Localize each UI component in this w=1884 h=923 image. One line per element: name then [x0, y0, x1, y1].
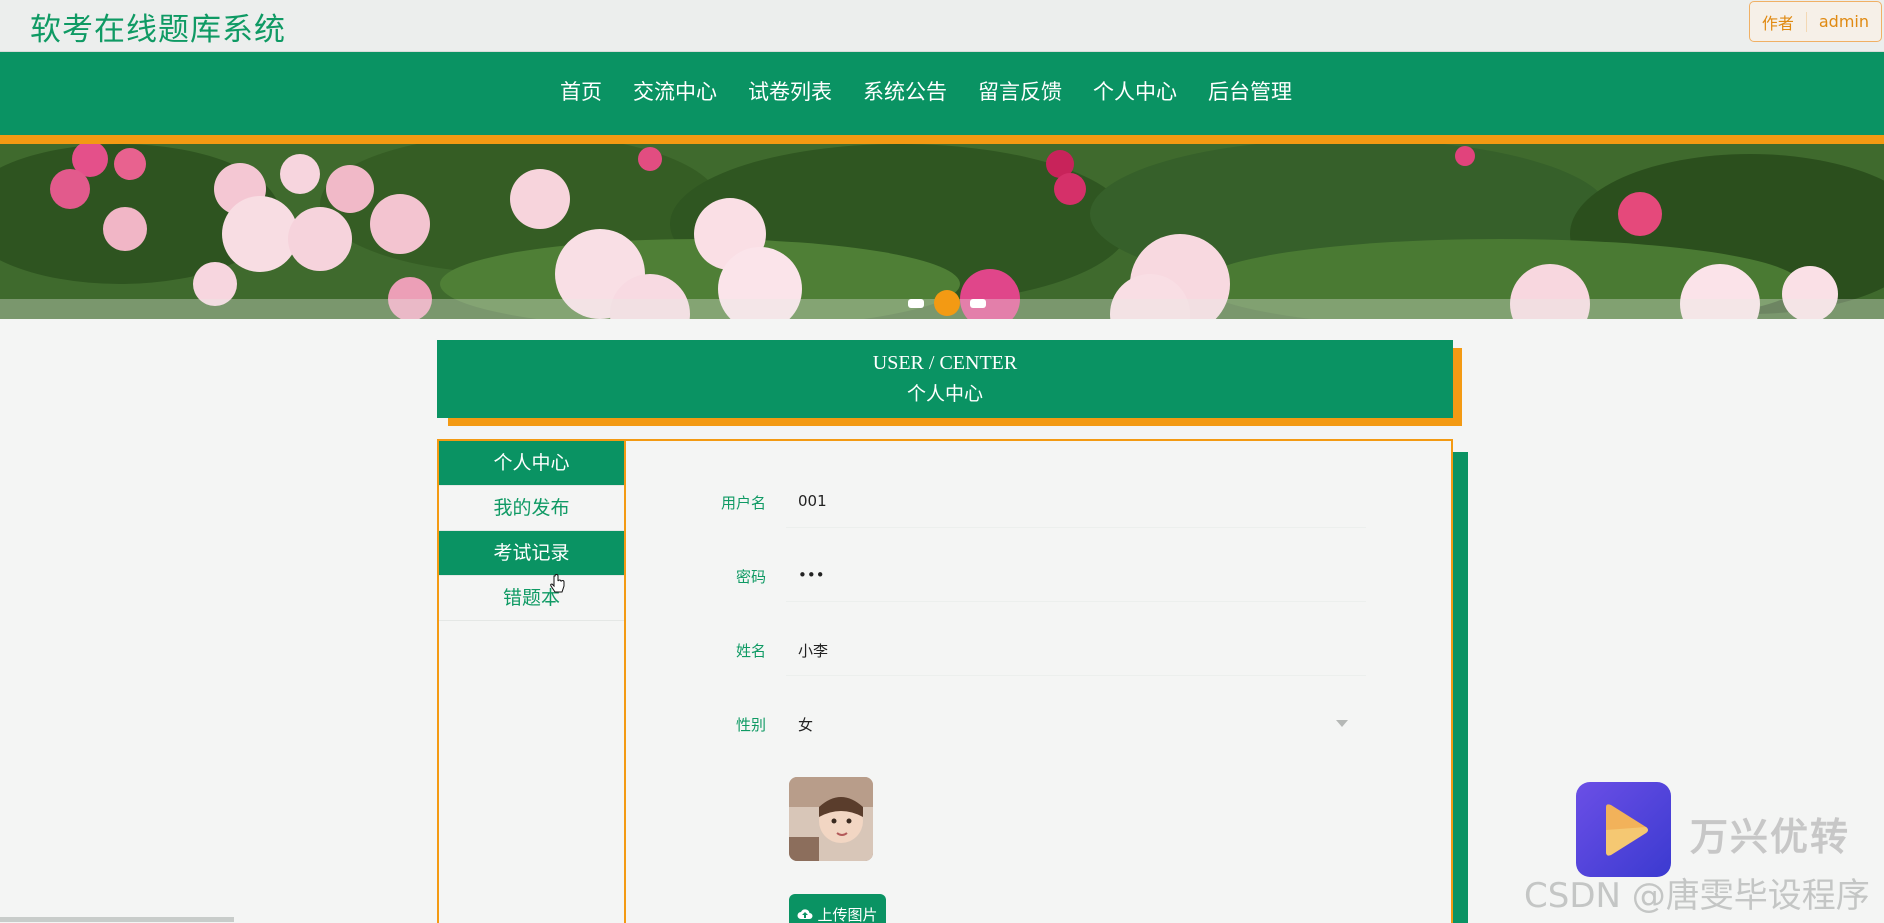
- watermark-app-name: 万兴优转: [1690, 815, 1851, 859]
- gender-select[interactable]: 女: [798, 714, 813, 735]
- field-underline: [786, 601, 1366, 602]
- watermark-csdn: CSDN @唐雯毕设程序: [1524, 876, 1870, 916]
- cloud-upload-icon: [797, 909, 813, 919]
- nav-item-user-center[interactable]: 个人中心: [1093, 76, 1177, 106]
- carousel-dot-2-active[interactable]: [934, 290, 960, 316]
- name-field[interactable]: 小李: [798, 640, 828, 661]
- play-icon: [1606, 804, 1648, 856]
- form-row-gender: 性别 女: [626, 700, 1366, 750]
- form-row-username: 用户名 001: [626, 478, 1366, 528]
- upload-image-button[interactable]: 上传图片: [789, 894, 886, 923]
- field-underline: [786, 675, 1366, 676]
- author-box[interactable]: 作者 admin: [1748, 1, 1882, 42]
- center-title-en: USER / CENTER: [872, 352, 1018, 374]
- nav-item-announcements[interactable]: 系统公告: [863, 76, 947, 106]
- username-field[interactable]: 001: [798, 492, 827, 510]
- nav-items: 首页 交流中心 试卷列表 系统公告 留言反馈 个人中心 后台管理: [560, 76, 1323, 106]
- password-label: 密码: [735, 568, 766, 586]
- nav-item-forum[interactable]: 交流中心: [633, 76, 717, 106]
- nav-item-admin[interactable]: 后台管理: [1208, 76, 1292, 106]
- sidebar-item-wrong-questions[interactable]: 错题本: [439, 576, 624, 621]
- wondershare-logo-icon: [1576, 782, 1671, 877]
- nav-item-feedback[interactable]: 留言反馈: [978, 76, 1062, 106]
- sidebar: 个人中心 我的发布 考试记录 错题本: [439, 441, 626, 923]
- password-field[interactable]: •••: [798, 566, 825, 584]
- hand-cursor-icon: [550, 574, 565, 593]
- site-title[interactable]: 软考在线题库系统: [30, 4, 286, 49]
- carousel-dot-3[interactable]: [970, 298, 986, 308]
- sidebar-item-exam-records[interactable]: 考试记录: [439, 531, 624, 576]
- sidebar-item-my-posts[interactable]: 我的发布: [439, 486, 624, 531]
- divider: [1805, 11, 1807, 32]
- nav-item-home[interactable]: 首页: [560, 76, 602, 106]
- upload-button-label: 上传图片: [817, 905, 878, 923]
- name-label: 姓名: [735, 642, 766, 660]
- carousel-dot-1[interactable]: [908, 298, 924, 308]
- nav-item-exam-list[interactable]: 试卷列表: [748, 76, 832, 106]
- center-header: USER / CENTER 个人中心: [437, 340, 1453, 418]
- gender-label: 性别: [735, 716, 766, 734]
- username-label: 用户名: [720, 494, 766, 512]
- top-bar: 软考在线题库系统 作者 admin: [0, 0, 1884, 52]
- avatar[interactable]: [789, 777, 873, 861]
- field-underline: [786, 527, 1366, 528]
- center-title-cn: 个人中心: [906, 383, 983, 405]
- user-center-panel: 个人中心 我的发布 考试记录 错题本 用户名 001 密码 ••• 姓名 小李 …: [437, 439, 1453, 923]
- horizontal-scrollbar[interactable]: [0, 917, 234, 922]
- sidebar-item-user-center[interactable]: 个人中心: [439, 441, 624, 486]
- carousel-indicators: [908, 290, 986, 316]
- form-row-name: 姓名 小李: [626, 626, 1366, 676]
- panel-side-accent: [1452, 452, 1468, 923]
- avatar-image: [789, 777, 873, 861]
- main-nav: 首页 交流中心 试卷列表 系统公告 留言反馈 个人中心 后台管理: [0, 52, 1884, 135]
- form-row-password: 密码 •••: [626, 552, 1366, 602]
- author-name[interactable]: admin: [1819, 12, 1869, 31]
- chevron-down-icon[interactable]: [1336, 720, 1348, 727]
- author-label: 作者: [1761, 13, 1794, 33]
- nav-accent-bar: [0, 135, 1884, 144]
